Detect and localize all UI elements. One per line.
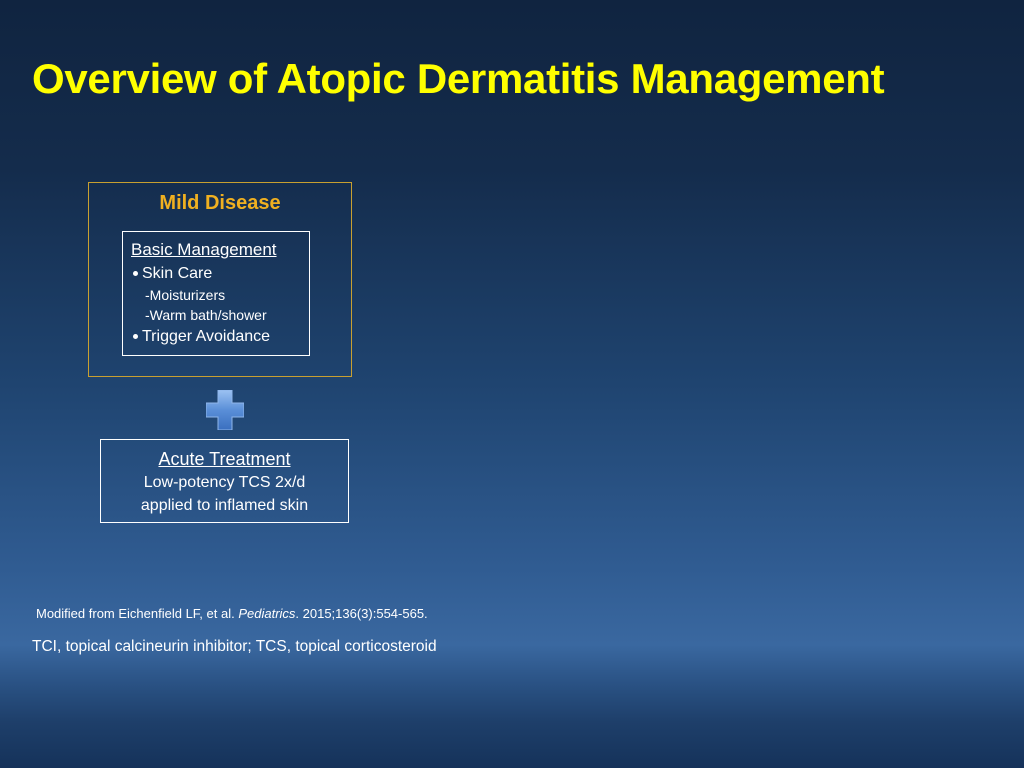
citation-prefix: Modified from Eichenfield LF, et al. (36, 606, 239, 621)
basic-management-heading: Basic Management (131, 240, 277, 259)
bullet-icon (133, 271, 138, 277)
sub-item-warm-bath: -Warm bath/shower (145, 307, 267, 323)
acute-treatment-line-1: Low-potency TCS 2x/d (143, 474, 306, 491)
acute-treatment-line-2: applied to inflamed skin (140, 497, 309, 514)
bullet-item-trigger-avoidance: Trigger Avoidance (131, 325, 309, 348)
acute-treatment-box: Acute Treatment Low-potency TCS 2x/d app… (100, 439, 349, 523)
mild-disease-box: Mild Disease Basic Management Skin Care … (88, 182, 352, 377)
citation: Modified from Eichenfield LF, et al. Ped… (36, 606, 428, 621)
mild-disease-heading: Mild Disease (159, 192, 281, 214)
citation-journal: Pediatrics (238, 606, 296, 621)
plus-icon (206, 390, 244, 430)
slide-title: Overview of Atopic Dermatitis Management (32, 55, 885, 102)
basic-management-box: Basic Management Skin Care -Moisturizers… (122, 231, 310, 356)
bullet-label: Skin Care (142, 265, 213, 282)
citation-suffix: . 2015;136(3):554-565. (295, 606, 428, 621)
bullet-label: Trigger Avoidance (142, 328, 271, 345)
sub-item-moisturizers: -Moisturizers (145, 287, 226, 303)
bullet-item-skin-care: Skin Care (131, 262, 309, 285)
bullet-icon (133, 334, 138, 340)
footnote: TCI, topical calcineurin inhibitor; TCS,… (32, 638, 437, 655)
acute-treatment-heading: Acute Treatment (158, 449, 291, 469)
